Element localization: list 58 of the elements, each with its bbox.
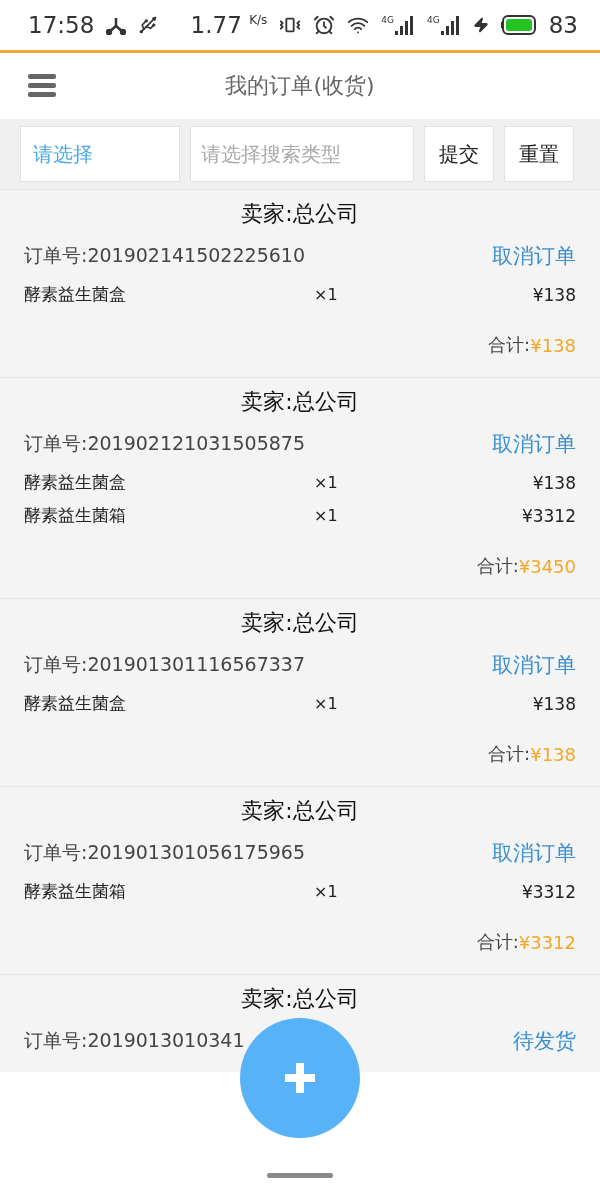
network-speed: 1.77 $^{K/s}$ (190, 12, 268, 38)
battery-icon (500, 15, 537, 35)
order-number: 订单号:201902141502225610 (24, 243, 305, 268)
item-price: ¥138 (532, 472, 576, 493)
type-select[interactable]: 请选择 (20, 126, 180, 182)
total-label: 合计: (476, 930, 519, 954)
seller-name: 卖家:总公司 (240, 388, 360, 416)
order-action[interactable]: 取消订单 (492, 651, 576, 679)
alarm-icon (313, 14, 336, 36)
network-type-label: 4G (427, 15, 440, 25)
seller-name: 卖家:总公司 (240, 609, 360, 637)
seller-name: 卖家:总公司 (240, 797, 360, 825)
battery-percent: 83 (548, 12, 578, 38)
order-action[interactable]: 取消订单 (492, 242, 576, 270)
order-action[interactable]: 待发货 (513, 1027, 576, 1055)
charging-icon (472, 17, 489, 33)
network-nodes-icon (106, 15, 127, 35)
item-name: 酵素益生菌盒 (24, 283, 127, 306)
search-field[interactable]: 请选择搜索类型 (190, 126, 414, 182)
item-quantity: ×1 (314, 285, 339, 304)
seller-name: 卖家:总公司 (240, 200, 360, 228)
submit-button[interactable]: 提交 (424, 126, 494, 182)
item-price: ¥138 (532, 693, 576, 714)
order-number: 订单号:201901301116567337 (24, 652, 305, 677)
order-number: 订单号:201901301056175965 (24, 840, 305, 865)
total-amount: ¥3450 (518, 555, 576, 577)
order-number: 订单号:201902121031505875 (24, 431, 305, 456)
item-quantity: ×1 (314, 882, 339, 901)
network-type-label: 4G (381, 15, 394, 25)
menu-icon[interactable] (28, 74, 56, 98)
total-label: 合计: (488, 333, 531, 357)
order-action[interactable]: 取消订单 (492, 430, 576, 458)
item-quantity: ×1 (314, 473, 339, 492)
item-quantity: ×1 (314, 694, 339, 713)
total-amount: ¥138 (530, 334, 576, 356)
signal-icon (395, 15, 415, 35)
total-label: 合计: (488, 742, 531, 766)
page-title: 我的订单(收货) (225, 72, 375, 100)
clock-time: 17:58 (28, 12, 95, 38)
signal-icon (440, 15, 461, 35)
item-price: ¥3312 (521, 881, 576, 902)
item-price: ¥3312 (521, 505, 576, 526)
total-amount: ¥3312 (518, 931, 576, 953)
reset-button[interactable]: 重置 (504, 126, 574, 182)
item-name: 酵素益生菌箱 (24, 504, 127, 527)
order-action[interactable]: 取消订单 (492, 839, 576, 867)
home-indicator (267, 1173, 333, 1178)
item-quantity: ×1 (314, 506, 339, 525)
seller-name: 卖家:总公司 (240, 985, 360, 1013)
item-name: 酵素益生菌盒 (24, 471, 127, 494)
item-name: 酵素益生菌箱 (24, 880, 127, 903)
plus-icon (285, 1063, 315, 1093)
order-number: 订单号:2019013010341 (24, 1028, 245, 1053)
total-amount: ¥138 (530, 743, 576, 765)
usb-icon (138, 15, 159, 35)
item-price: ¥138 (532, 284, 576, 305)
item-name: 酵素益生菌盒 (24, 692, 127, 715)
total-label: 合计: (476, 554, 519, 578)
